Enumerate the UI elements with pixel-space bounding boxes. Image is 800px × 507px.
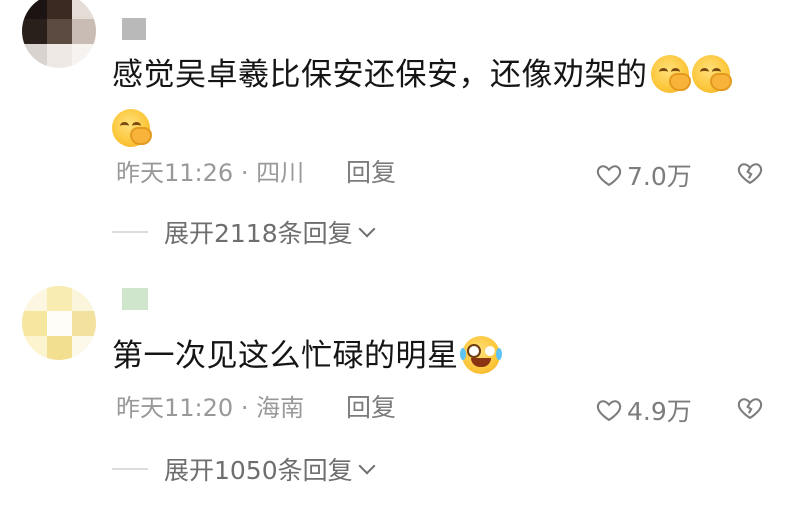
expand-replies-label: 展开2118条回复 xyxy=(164,219,353,248)
expand-replies-label: 展开1050条回复 xyxy=(164,456,353,485)
username-redacted[interactable] xyxy=(122,18,146,40)
comment-time: 昨天11:26 xyxy=(116,159,234,187)
comment-text: 第一次见这么忙碌的明星 xyxy=(112,329,772,383)
meta-separator: · xyxy=(240,394,257,422)
expand-replies[interactable]: 展开2118条回复 xyxy=(112,214,376,250)
like-button[interactable]: 4.9万 xyxy=(595,392,692,428)
smiling-hug-emoji-icon xyxy=(650,55,691,93)
comment-text-content: 感觉吴卓羲比保安还保安，还像劝架的 xyxy=(112,57,648,93)
divider-line xyxy=(112,468,148,470)
dislike-button[interactable] xyxy=(736,394,764,422)
like-count: 7.0万 xyxy=(627,162,692,191)
comment-item: 第一次见这么忙碌的明星 昨天11:20 · 海南 回复 4.9万 展开1050条… xyxy=(0,280,800,507)
comment-time: 昨天11:20 xyxy=(116,394,234,422)
heart-outline-icon xyxy=(596,165,622,187)
meta-separator: · xyxy=(240,159,257,187)
comment-item: 感觉吴卓羲比保安还保安，还像劝架的 昨天11:26 · 四川 回复 7.0万 展… xyxy=(0,0,800,260)
laugh-crying-emoji-icon xyxy=(459,336,502,374)
comment-location: 海南 xyxy=(256,394,305,422)
chevron-down-icon xyxy=(358,220,376,238)
expand-replies[interactable]: 展开1050条回复 xyxy=(112,451,376,487)
comment-text-content: 第一次见这么忙碌的明星 xyxy=(112,338,459,374)
heart-outline-icon xyxy=(596,400,622,422)
smiling-hug-emoji-icon xyxy=(691,55,732,93)
comment-meta: 昨天11:20 · 海南 xyxy=(116,393,304,423)
comment-text: 感觉吴卓羲比保安还保安，还像劝架的 xyxy=(112,48,772,156)
chevron-down-icon xyxy=(358,457,376,475)
dislike-button[interactable] xyxy=(736,159,764,187)
username-redacted[interactable] xyxy=(122,288,148,310)
like-button[interactable]: 7.0万 xyxy=(595,157,692,193)
like-count: 4.9万 xyxy=(627,397,692,426)
broken-heart-outline-icon xyxy=(737,398,763,420)
reply-button[interactable]: 回复 xyxy=(346,158,396,188)
smiling-hug-emoji-icon xyxy=(112,109,152,147)
avatar[interactable] xyxy=(22,0,96,68)
broken-heart-outline-icon xyxy=(737,163,763,185)
reply-button[interactable]: 回复 xyxy=(346,393,396,423)
comment-meta: 昨天11:26 · 四川 xyxy=(116,158,304,188)
avatar[interactable] xyxy=(22,286,96,360)
comment-location: 四川 xyxy=(256,159,305,187)
divider-line xyxy=(112,231,148,233)
